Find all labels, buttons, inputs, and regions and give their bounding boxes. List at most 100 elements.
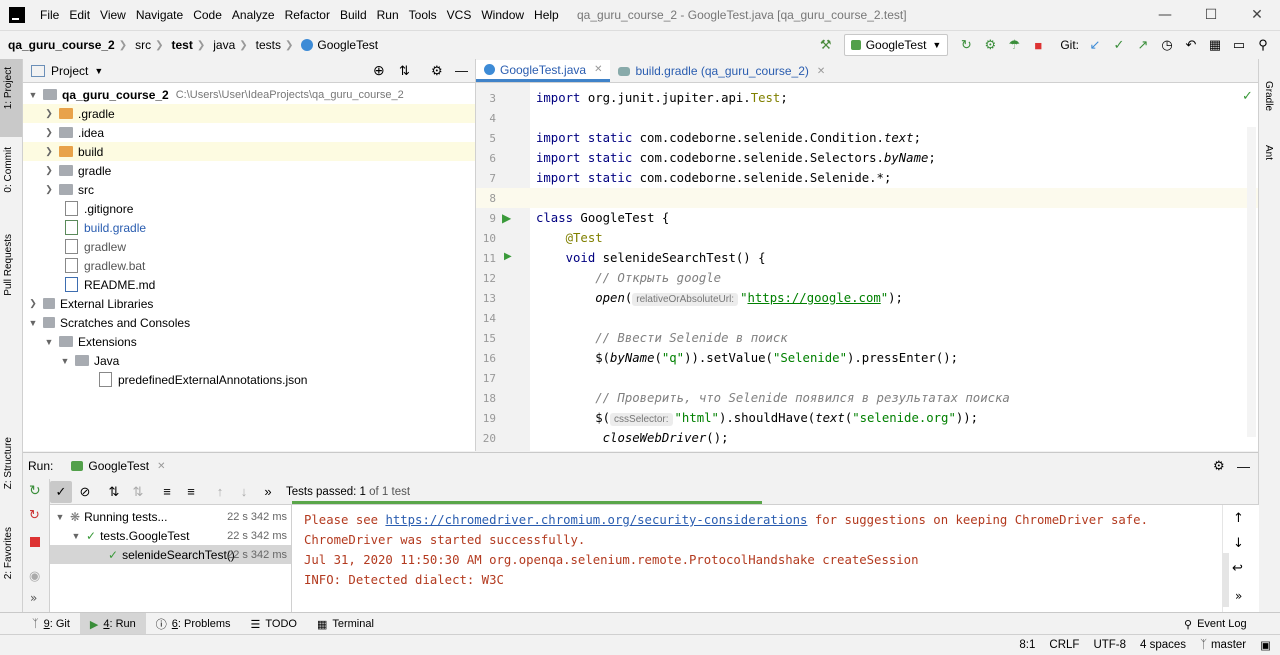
soft-wrap-icon[interactable]: ↩ [1232,561,1243,576]
collapsed-arrow-icon[interactable]: ❯ [27,298,39,309]
rerun-failed-icon[interactable]: ↻ [29,508,40,523]
console-output[interactable]: Please see https://chromedriver.chromium… [292,505,1222,612]
debug-icon[interactable]: ⚙ [979,34,1001,56]
tree-item-idea[interactable]: ❯ .idea [23,123,475,142]
gear-icon[interactable]: ⚙ [431,63,443,79]
test-row-root[interactable]: ▼ ❋ Running tests... 22 s 342 ms [50,507,291,526]
run-tab-googletest[interactable]: GoogleTest [88,459,149,473]
cursor-position[interactable]: 8:1 [1012,639,1042,651]
tree-item-gradlew[interactable]: gradlew [23,237,475,256]
test-row-method[interactable]: ✓ selenideSearchTest() 22 s 342 ms [50,545,291,564]
eye-icon[interactable]: ◉ [29,569,40,584]
tree-item-build-gradle[interactable]: build.gradle [23,218,475,237]
history-icon[interactable]: ◷ [1156,34,1178,56]
expanded-arrow-icon[interactable]: ▼ [27,90,39,100]
breadcrumb-java[interactable]: java [205,38,239,52]
more-icon[interactable]: » [30,591,37,605]
menu-vcs[interactable]: VCS [442,8,477,22]
menu-refactor[interactable]: Refactor [280,8,335,22]
breadcrumb-test[interactable]: test [164,38,197,52]
tree-item-scratches[interactable]: ▼ Scratches and Consoles [23,313,475,332]
maximize-icon[interactable]: ☐ [1188,0,1234,30]
tree-item-java[interactable]: ▼ Java [23,351,475,370]
close-icon[interactable]: ✕ [1234,0,1280,30]
menu-view[interactable]: View [95,8,131,22]
tool-tab-todo[interactable]: ☰ TODO [241,613,307,635]
menu-help[interactable]: Help [529,8,564,22]
search-icon[interactable]: ⚲ [1252,34,1274,56]
tree-item-annotations-json[interactable]: predefinedExternalAnnotations.json [23,370,475,389]
tool-tab-pull-requests[interactable]: Pull Requests [3,234,14,296]
breadcrumb-tests[interactable]: tests [248,38,285,52]
stop-icon[interactable] [30,537,40,547]
more-icon[interactable]: » [257,481,279,503]
git-push-icon[interactable]: ↗ [1132,34,1154,56]
lock-icon[interactable]: ▣ [1253,638,1278,652]
hide-icon[interactable]: — [455,63,468,78]
expanded-arrow-icon[interactable]: ▼ [54,512,66,522]
expand-all-icon[interactable]: ≡ [156,481,178,503]
code-editor[interactable]: ✓ 3 import org.junit.jupiter.api.Test; 4… [476,83,1258,451]
git-update-icon[interactable]: ↙ [1084,34,1106,56]
tree-item-build[interactable]: ❯ build [23,142,475,161]
run-configuration-select[interactable]: GoogleTest ▼ [843,34,949,56]
collapsed-arrow-icon[interactable]: ❯ [43,165,55,176]
tool-tab-commit[interactable]: 0: Commit [3,147,14,193]
menu-code[interactable]: Code [188,8,227,22]
minimize-icon[interactable]: — [1142,0,1188,30]
collapsed-arrow-icon[interactable]: ❯ [43,108,55,119]
expanded-arrow-icon[interactable]: ▼ [43,337,55,347]
tree-item-gitignore[interactable]: .gitignore [23,199,475,218]
sort-duration-icon[interactable]: ⇅ [127,481,149,503]
console-scrollbar[interactable] [1223,553,1229,607]
menu-edit[interactable]: Edit [64,8,95,22]
tool-tab-event-log[interactable]: ⚲ Event Log [1174,613,1257,635]
close-icon[interactable]: ✕ [817,66,825,77]
project-structure-icon[interactable]: ▦ [1204,34,1226,56]
tool-tab-ant[interactable]: Ant [1263,145,1274,160]
line-separator[interactable]: CRLF [1042,639,1086,651]
breadcrumb-src[interactable]: src [127,38,155,52]
run-test-method-icon[interactable]: ▶ [504,251,512,262]
menu-window[interactable]: Window [476,8,529,22]
expanded-arrow-icon[interactable]: ▼ [27,318,39,328]
menu-tools[interactable]: Tools [404,8,442,22]
rollback-icon[interactable]: ↶ [1180,34,1202,56]
expanded-arrow-icon[interactable]: ▼ [70,531,82,541]
breadcrumb-project[interactable]: qa_guru_course_2 [0,38,119,52]
tree-item-extensions[interactable]: ▼ Extensions [23,332,475,351]
show-ignored-icon[interactable]: ⊘ [74,481,96,503]
show-passed-icon[interactable]: ✓ [50,480,72,503]
expanded-arrow-icon[interactable]: ▼ [59,356,71,366]
test-row-class[interactable]: ▼ ✓ tests.GoogleTest 22 s 342 ms [50,526,291,545]
hide-icon[interactable]: — [1237,459,1250,474]
close-icon[interactable]: ✕ [157,461,165,472]
tree-item-gradle-dir[interactable]: ❯ .gradle [23,104,475,123]
close-icon[interactable]: ✕ [594,64,602,75]
git-branch-widget[interactable]: ᛉ master [1193,639,1253,651]
scroll-up-icon[interactable]: ↑ [1233,511,1244,526]
tool-tab-favorites[interactable]: 2: Favorites [3,527,14,579]
scroll-down-icon[interactable]: ↓ [1233,536,1244,551]
menu-run[interactable]: Run [372,8,404,22]
tool-tab-gradle[interactable]: Gradle [1263,81,1274,111]
collapsed-arrow-icon[interactable]: ❯ [43,184,55,195]
rerun-icon[interactable]: ↻ [955,34,977,56]
editor-tab-googletest[interactable]: GoogleTest.java ✕ [476,60,611,82]
build-hammer-icon[interactable]: ⚒ [815,34,837,56]
tool-tab-run[interactable]: ▶ 4: Run [79,613,146,635]
chevron-down-icon[interactable]: ▼ [94,66,103,76]
sort-alpha-icon[interactable]: ⇅ [103,481,125,503]
file-encoding[interactable]: UTF-8 [1086,639,1133,651]
chromedriver-security-link[interactable]: https://chromedriver.chromium.org/securi… [385,513,807,527]
collapsed-arrow-icon[interactable]: ❯ [43,146,55,157]
collapsed-arrow-icon[interactable]: ❯ [43,127,55,138]
breadcrumb-class[interactable]: GoogleTest [317,38,378,52]
tool-tab-git[interactable]: ᛉ 9: Git [22,613,80,635]
previous-failed-icon[interactable]: ↑ [209,481,231,503]
tree-item-external-libraries[interactable]: ❯ External Libraries [23,294,475,313]
tool-tab-terminal[interactable]: ▦ Terminal [307,613,384,635]
tool-tab-problems[interactable]: ⓘ 6: Problems [146,613,241,635]
collapse-all-icon[interactable]: ⇅ [399,63,410,79]
collapse-all-icon[interactable]: ≡ [180,481,202,503]
